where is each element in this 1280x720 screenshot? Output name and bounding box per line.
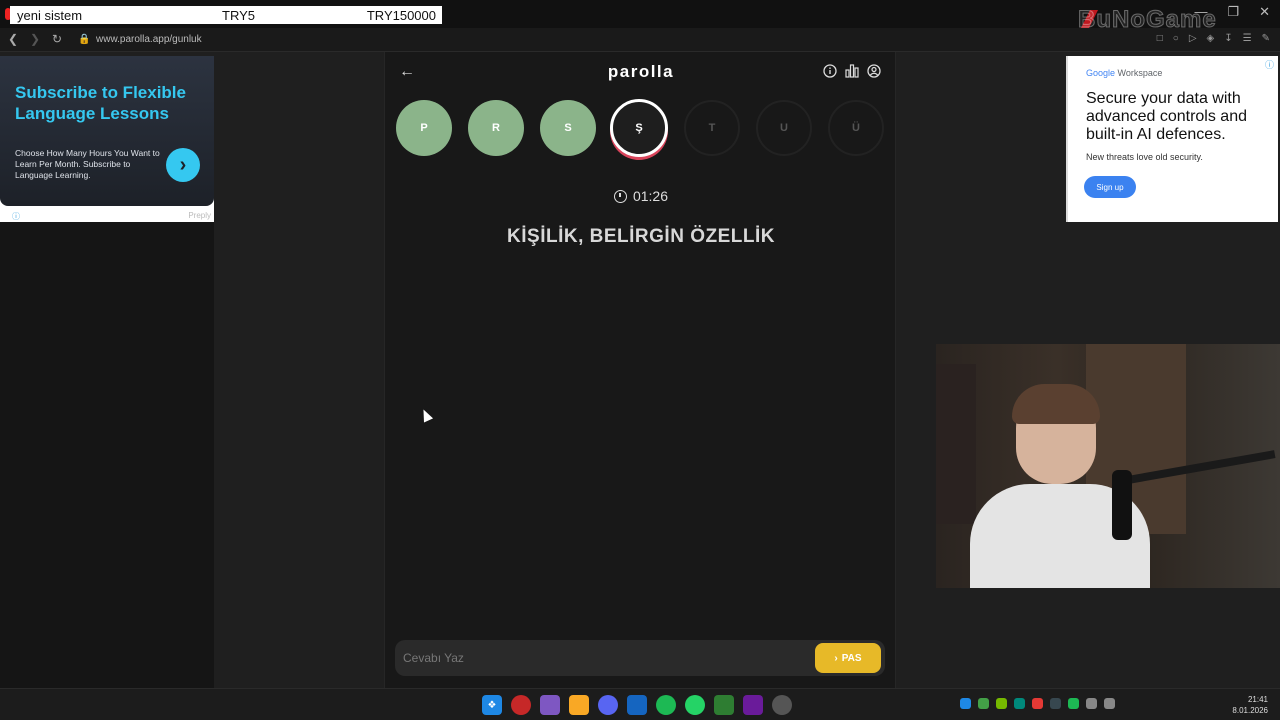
ad-right-body: New threats love old security. bbox=[1086, 152, 1203, 162]
chevron-right-icon[interactable]: › bbox=[166, 148, 200, 182]
google-wordmark: Google bbox=[1086, 68, 1116, 78]
timer: 01:26 bbox=[385, 188, 897, 204]
clock-icon bbox=[613, 190, 627, 203]
letter-u: U bbox=[756, 100, 812, 156]
tray-app-icon[interactable] bbox=[1032, 698, 1043, 709]
browser-titlebar: yeni sistem TRY5 TRY150000 BuNoGame — ❐ … bbox=[0, 0, 1280, 34]
header-icons bbox=[823, 64, 881, 78]
minimize-icon[interactable]: — bbox=[1194, 4, 1207, 20]
share-icon[interactable]: □ bbox=[1157, 33, 1163, 44]
letter-s: S bbox=[540, 100, 596, 156]
close-icon[interactable]: ✕ bbox=[1259, 4, 1270, 20]
ad-left-title[interactable]: Subscribe to Flexible Language Lessons bbox=[15, 82, 205, 124]
ad-left-body: Choose How Many Hours You Want to Learn … bbox=[15, 148, 160, 180]
donation-overlay: yeni sistem TRY5 TRY150000 bbox=[10, 6, 442, 24]
info-icon[interactable]: ⓘ bbox=[1265, 58, 1274, 71]
letter-s-cedilla: Ş bbox=[610, 99, 668, 157]
lock-icon: 🔒 bbox=[78, 34, 91, 45]
system-tray bbox=[960, 698, 1115, 709]
microphone bbox=[1112, 470, 1132, 540]
taskbar-clock[interactable]: 21:41 8.01.2026 bbox=[1232, 694, 1268, 716]
letter-r: R bbox=[468, 100, 524, 156]
restore-icon[interactable]: ❐ bbox=[1227, 4, 1239, 20]
network-icon[interactable] bbox=[1086, 698, 1097, 709]
spotify-icon[interactable] bbox=[656, 695, 676, 715]
download-icon[interactable]: ↧ bbox=[1224, 33, 1232, 44]
windows-start-icon[interactable]: ❖ bbox=[482, 695, 502, 715]
chevron-right-icon: › bbox=[834, 652, 838, 664]
menu-icon[interactable]: ☰ bbox=[1243, 33, 1252, 44]
defender-icon[interactable] bbox=[960, 698, 971, 709]
answer-input[interactable] bbox=[403, 648, 803, 668]
obs-icon[interactable] bbox=[772, 695, 792, 715]
spotify-tray-icon[interactable] bbox=[1068, 698, 1079, 709]
sign-up-button[interactable]: Sign up bbox=[1084, 176, 1136, 198]
browser-extensions: □ ○ ▷ ◈ ↧ ☰ ✎ bbox=[1157, 33, 1270, 44]
donation-name: yeni sistem bbox=[17, 7, 83, 23]
url-field[interactable]: www.parolla.app/gunluk bbox=[96, 34, 202, 45]
webcam-overlay bbox=[936, 344, 1280, 588]
ad-left-empty bbox=[0, 222, 214, 688]
ad-left-brand: Preply bbox=[188, 211, 211, 220]
window-controls: — ❐ ✕ bbox=[1194, 4, 1270, 20]
ad-right[interactable]: Google Workspace Secure your data with a… bbox=[1066, 56, 1278, 222]
outlook-icon[interactable] bbox=[627, 695, 647, 715]
address-bar: ❮ ❯ ↻ 🔒 www.parolla.app/gunluk □ ○ ▷ ◈ ↧… bbox=[0, 28, 1280, 52]
app-logo[interactable]: parolla bbox=[385, 62, 897, 82]
play-icon[interactable]: ▷ bbox=[1189, 33, 1197, 44]
taskbar: ❖ 21:41 8.01.2026 bbox=[0, 688, 1280, 720]
answer-bar: ›PAS bbox=[395, 640, 885, 676]
timer-value: 01:26 bbox=[632, 188, 669, 204]
webcam-person-hair bbox=[1012, 384, 1100, 424]
letter-p: P bbox=[396, 100, 452, 156]
extensions-icon[interactable]: ✎ bbox=[1262, 33, 1270, 44]
clock-time: 21:41 bbox=[1247, 695, 1268, 704]
letter-t: T bbox=[684, 100, 740, 156]
tray-app-icon[interactable] bbox=[978, 698, 989, 709]
tray-app-icon[interactable] bbox=[1014, 698, 1025, 709]
discord-icon[interactable] bbox=[598, 695, 618, 715]
google-workspace-logo: Google Workspace bbox=[1086, 68, 1162, 78]
stats-icon[interactable] bbox=[845, 64, 859, 78]
forward-nav-icon[interactable]: ❯ bbox=[30, 32, 40, 46]
steam-icon[interactable] bbox=[1050, 698, 1061, 709]
parolla-app: ← parolla P R S Ş T U Ü 01:26 KİŞİLİK, B… bbox=[384, 52, 896, 688]
info-icon[interactable]: ⓘ bbox=[12, 211, 20, 222]
donation-amount-1: TRY5 bbox=[222, 7, 255, 23]
whatsapp-icon[interactable] bbox=[685, 695, 705, 715]
chart-app-icon[interactable] bbox=[714, 695, 734, 715]
camera-icon[interactable]: ○ bbox=[1173, 33, 1179, 44]
ad-left-card[interactable]: Subscribe to Flexible Language Lessons C… bbox=[0, 56, 214, 206]
page-viewport: Subscribe to Flexible Language Lessons C… bbox=[0, 52, 1280, 688]
info-icon[interactable] bbox=[823, 64, 837, 78]
ad-left-footer: ⓘ Preply bbox=[0, 208, 214, 222]
clock-date: 8.01.2026 bbox=[1232, 706, 1268, 715]
nvidia-icon[interactable] bbox=[996, 698, 1007, 709]
webcam-shelf bbox=[936, 364, 976, 524]
shield-icon[interactable]: ◈ bbox=[1207, 33, 1215, 44]
letter-u-umlaut: Ü bbox=[828, 100, 884, 156]
reload-icon[interactable]: ↻ bbox=[52, 32, 62, 46]
vs-icon[interactable] bbox=[743, 695, 763, 715]
left-gutter: Subscribe to Flexible Language Lessons C… bbox=[0, 52, 384, 688]
back-nav-icon[interactable]: ❮ bbox=[8, 32, 18, 46]
speaker-icon[interactable] bbox=[1104, 698, 1115, 709]
donation-amount-2: TRY150000 bbox=[366, 7, 436, 23]
workspace-wordmark: Workspace bbox=[1115, 68, 1163, 78]
taskbar-apps: ❖ bbox=[482, 695, 792, 715]
profile-icon[interactable] bbox=[867, 64, 881, 78]
pass-label: PAS bbox=[841, 652, 862, 664]
letter-wheel: P R S Ş T U Ü bbox=[396, 99, 886, 160]
pass-button[interactable]: › PAS bbox=[815, 643, 881, 673]
folder-icon[interactable] bbox=[569, 695, 589, 715]
ad-right-title[interactable]: Secure your data with advanced controls … bbox=[1086, 90, 1276, 144]
ad-left[interactable]: Subscribe to Flexible Language Lessons C… bbox=[0, 56, 214, 222]
copilot-icon[interactable] bbox=[540, 695, 560, 715]
question-text: KİŞİLİK, BELİRGİN ÖZELLİK bbox=[507, 226, 775, 247]
opera-icon[interactable] bbox=[511, 695, 531, 715]
